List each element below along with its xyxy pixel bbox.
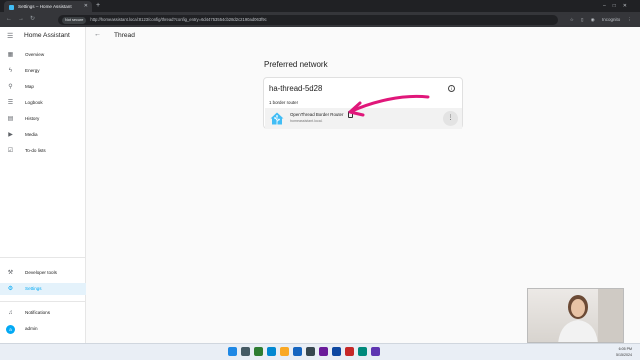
page-title: Thread xyxy=(114,32,135,39)
browser-nav-buttons[interactable]: ←→↻ xyxy=(6,12,41,27)
info-icon[interactable]: i xyxy=(448,85,455,92)
top-app-bar: ← Thread xyxy=(86,27,640,47)
sidebar-item-label: Map xyxy=(25,84,34,89)
back-arrow-icon[interactable]: ← xyxy=(94,31,101,38)
sidebar-item-developer-tools[interactable]: ⚒ Developer tools xyxy=(0,267,86,279)
hamburger-menu-icon[interactable]: ☰ xyxy=(7,32,13,40)
not-secure-badge[interactable]: Not secure xyxy=(62,16,87,24)
sidebar-item-logbook[interactable]: ☰ Logbook xyxy=(0,97,86,109)
browser-tab-strip: Settings – Home Assistant ✕ + –□✕ xyxy=(0,0,640,12)
camera-app-icon[interactable] xyxy=(345,347,354,356)
hammer-icon: ⚒ xyxy=(7,269,14,276)
window-controls[interactable]: –□✕ xyxy=(603,0,634,12)
incognito-icon[interactable]: ◉ xyxy=(591,17,595,22)
list-icon: ☰ xyxy=(7,99,14,106)
reload-icon[interactable]: ↻ xyxy=(30,16,41,22)
sidebar-item-label: admin xyxy=(25,326,38,331)
new-tab-button[interactable]: + xyxy=(96,0,100,12)
gear-icon: ⚙ xyxy=(7,285,14,292)
bell-icon: ♫ xyxy=(8,309,13,316)
more-options-button[interactable]: ⋮ xyxy=(443,111,458,126)
section-title: Preferred network xyxy=(264,60,328,69)
sidebar-item-history[interactable]: ▤ History xyxy=(0,113,86,125)
sidebar-item-map[interactable]: ⚲ Map xyxy=(0,81,86,93)
sidebar-item-todo-lists[interactable]: ☑ To-do lists xyxy=(0,145,86,157)
sidebar-item-media[interactable]: ▶ Media xyxy=(0,129,86,141)
browser-toolbar: ←→↻ Not secure http://homeassistant.local… xyxy=(0,12,640,27)
media-icon: ▶ xyxy=(8,131,13,138)
close-tab-icon[interactable]: ✕ xyxy=(84,1,88,12)
home-assistant-logo-icon xyxy=(270,112,284,125)
lightning-icon: ϟ xyxy=(8,67,13,74)
word-icon[interactable] xyxy=(332,347,341,356)
sidebar-item-label: History xyxy=(25,116,40,121)
task-view-icon[interactable] xyxy=(241,347,250,356)
map-pin-icon: ⚲ xyxy=(8,83,13,90)
forward-arrow-icon[interactable]: → xyxy=(18,16,30,22)
sidebar-item-notifications[interactable]: ♫ Notifications xyxy=(0,307,86,319)
home-assistant-favicon-icon xyxy=(9,4,14,10)
presenter-video-icon xyxy=(558,289,623,342)
sidebar-title: Home Assistant xyxy=(24,32,70,39)
border-router-name: OpenThread Border Router xyxy=(290,112,344,117)
grid-icon: ▦ xyxy=(7,51,14,58)
bookmark-star-icon[interactable]: ☆ xyxy=(570,17,574,22)
sidebar-item-label: To-do lists xyxy=(25,148,46,153)
sidebar-item-label: Settings xyxy=(25,286,42,291)
screen: Settings – Home Assistant ✕ + –□✕ ←→↻ No… xyxy=(0,0,640,360)
mail-icon[interactable] xyxy=(293,347,302,356)
sidebar-item-label: Notifications xyxy=(25,310,51,315)
edge-icon[interactable] xyxy=(267,347,276,356)
sidebar-item-profile[interactable]: a admin xyxy=(0,323,86,335)
sidebar-item-label: Media xyxy=(25,132,38,137)
browser-menu-icon[interactable]: ⋮ xyxy=(628,17,633,22)
url-text: http://homeassistant.local:8123/config/t… xyxy=(90,16,267,22)
browser-tab[interactable]: Settings – Home Assistant ✕ xyxy=(4,1,92,12)
address-bar[interactable]: Not secure http://homeassistant.local:812… xyxy=(58,14,558,25)
windows-start-icon[interactable] xyxy=(228,347,237,356)
chrome-icon[interactable] xyxy=(254,347,263,356)
sidebar: ☰ Home Assistant ▦ Overview ϟ Energy ⚲ M… xyxy=(0,27,86,343)
teams-icon[interactable] xyxy=(319,347,328,356)
sidebar-divider xyxy=(0,301,86,302)
border-router-count: 1 border router xyxy=(269,100,299,105)
checklist-icon: ☑ xyxy=(7,147,14,154)
app-icon[interactable] xyxy=(371,347,380,356)
os-taskbar: 6:05 PM 5/15/2024 xyxy=(0,343,640,360)
browser-toolbar-right: ☆ ▯ ◉ Incognito ⋮ xyxy=(564,12,632,27)
file-explorer-icon[interactable] xyxy=(280,347,289,356)
sidebar-divider xyxy=(0,257,86,258)
sidebar-header: ☰ Home Assistant xyxy=(0,27,85,47)
clock-date: 5/15/2024 xyxy=(616,353,632,357)
sidebar-item-overview[interactable]: ▦ Overview xyxy=(0,49,86,61)
vscode-icon[interactable] xyxy=(358,347,367,356)
sidebar-item-label: Overview xyxy=(25,52,45,57)
network-name: ha-thread-5d28 xyxy=(269,84,323,93)
browser-tab-title: Settings – Home Assistant xyxy=(18,4,72,9)
sidebar-item-label: Developer tools xyxy=(25,270,57,275)
back-arrow-icon[interactable]: ← xyxy=(6,16,18,22)
chart-icon: ▤ xyxy=(7,115,14,122)
avatar: a xyxy=(6,325,15,334)
sidebar-item-energy[interactable]: ϟ Energy xyxy=(0,65,86,77)
sidebar-item-label: Energy xyxy=(25,68,40,73)
annotation-arrow-icon xyxy=(348,94,430,117)
border-router-host: homeassistant.local. xyxy=(290,119,323,123)
sidepanel-icon[interactable]: ▯ xyxy=(581,17,583,22)
taskbar-apps xyxy=(228,347,380,358)
terminal-icon[interactable] xyxy=(306,347,315,356)
sidebar-item-settings[interactable]: ⚙ Settings xyxy=(0,283,86,295)
sidebar-item-label: Logbook xyxy=(25,100,43,105)
webcam-overlay xyxy=(527,288,624,343)
profile-label[interactable]: Incognito xyxy=(602,17,620,22)
taskbar-clock[interactable]: 6:05 PM 5/15/2024 xyxy=(616,346,632,358)
